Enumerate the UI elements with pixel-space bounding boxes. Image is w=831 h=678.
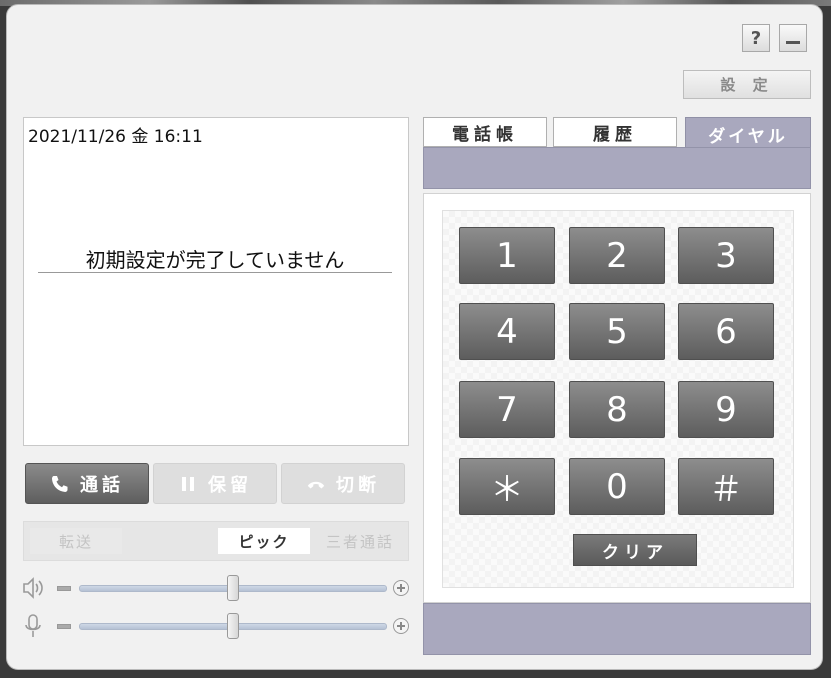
call-options-bar: 転送 ピック 三者通話: [23, 521, 409, 561]
key-5[interactable]: 5: [569, 303, 665, 360]
key-2[interactable]: 2: [569, 227, 665, 284]
status-message: 初期設定が完了していません: [85, 248, 345, 272]
speaker-volume-increase-icon[interactable]: [393, 580, 409, 596]
three-way-call-button[interactable]: 三者通話: [314, 528, 406, 554]
minimize-icon: [786, 40, 800, 44]
call-button[interactable]: 通話: [25, 463, 149, 504]
key-4[interactable]: 4: [459, 303, 555, 360]
hold-button[interactable]: 保留: [153, 463, 277, 504]
status-display: 2021/11/26 金 16:11 初期設定が完了していません: [23, 117, 409, 446]
hangup-label: 切断: [336, 474, 380, 496]
bottom-info-panel: [423, 603, 811, 655]
mic-volume-slider[interactable]: [21, 613, 413, 639]
key-9[interactable]: 9: [678, 381, 774, 438]
tab-phonebook[interactable]: 電話帳: [423, 117, 547, 147]
key-7[interactable]: 7: [459, 381, 555, 438]
help-label: ?: [750, 27, 762, 49]
key-star[interactable]: ＊: [459, 458, 555, 515]
mic-volume-increase-icon[interactable]: [393, 618, 409, 634]
hold-label: 保留: [208, 474, 252, 496]
speaker-icon: [21, 575, 45, 601]
mic-icon: [21, 613, 45, 639]
tab-history[interactable]: 履歴: [553, 117, 677, 147]
message-underline: [38, 272, 392, 273]
key-0[interactable]: 0: [569, 458, 665, 515]
hangup-button[interactable]: 切断: [281, 463, 405, 504]
speaker-volume-thumb[interactable]: [227, 575, 239, 601]
key-1[interactable]: 1: [459, 227, 555, 284]
clear-button[interactable]: クリア: [573, 534, 697, 566]
transfer-button[interactable]: 転送: [30, 528, 122, 554]
pick-button[interactable]: ピック: [218, 528, 310, 554]
settings-button[interactable]: 設 定: [683, 70, 811, 99]
softphone-window: ? 設 定 2021/11/26 金 16:11 初期設定が完了していません 通…: [6, 4, 823, 670]
mic-volume-thumb[interactable]: [227, 613, 239, 639]
speaker-volume-slider[interactable]: [21, 575, 413, 601]
key-8[interactable]: 8: [569, 381, 665, 438]
key-hash[interactable]: ＃: [678, 458, 774, 515]
tab-bar: 電話帳 履歴 ダイヤル: [423, 117, 811, 189]
call-label: 通話: [80, 474, 124, 496]
help-button[interactable]: ?: [742, 24, 770, 52]
mic-volume-decrease-icon[interactable]: [57, 624, 71, 629]
dial-number-panel: [423, 147, 811, 189]
hangup-icon: [306, 474, 326, 494]
speaker-volume-decrease-icon[interactable]: [57, 586, 71, 591]
minimize-button[interactable]: [779, 24, 807, 52]
keypad-container: 1 2 3 4 5 6 7 8 9 ＊ 0 ＃ クリア: [423, 193, 811, 603]
key-6[interactable]: 6: [678, 303, 774, 360]
keypad: 1 2 3 4 5 6 7 8 9 ＊ 0 ＃ クリア: [442, 210, 794, 588]
key-3[interactable]: 3: [678, 227, 774, 284]
pause-icon: [178, 474, 198, 494]
phone-icon: [50, 474, 70, 494]
tab-dial[interactable]: ダイヤル: [685, 117, 811, 151]
datetime-text: 2021/11/26 金 16:11: [28, 127, 203, 147]
